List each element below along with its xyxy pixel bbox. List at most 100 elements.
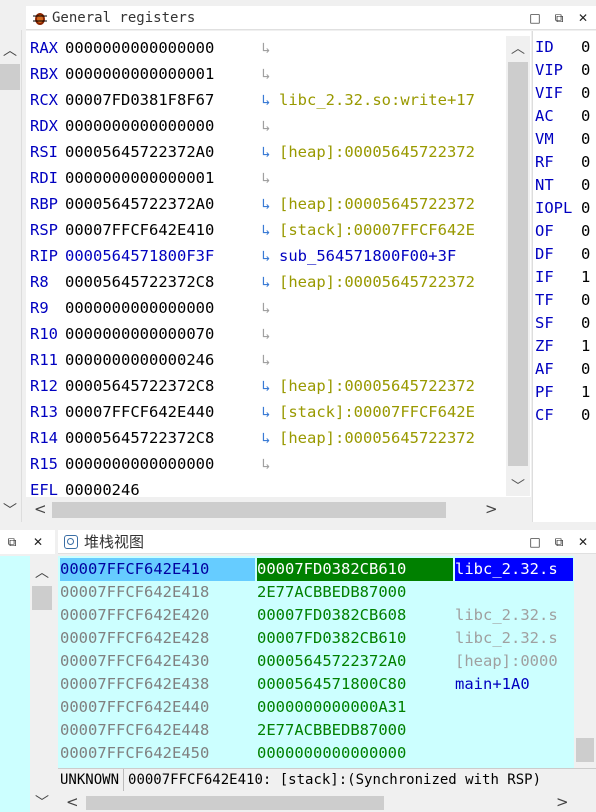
jump-arrow-icon[interactable]: ↳	[255, 37, 277, 60]
register-row-rsi[interactable]: RSI 00005645722372A0 ↳ [heap]:0000564572237…	[30, 141, 506, 164]
jump-arrow-icon[interactable]: ↳	[255, 115, 277, 138]
register-row-rsp[interactable]: RSP 00007FFCF642E410 ↳ [stack]:00007FFCF642…	[30, 219, 506, 242]
flag-row-nt[interactable]: NT 0	[535, 174, 590, 197]
flag-row-of[interactable]: OF 0	[535, 220, 590, 243]
register-row-r10[interactable]: R10 0000000000000070 ↳	[30, 323, 506, 346]
register-value[interactable]: 00007FFCF642E410	[65, 219, 255, 242]
stack-hscroll-thumb[interactable]	[86, 796, 384, 810]
flag-value[interactable]: 0	[581, 153, 590, 171]
jump-arrow-icon[interactable]: ↳	[255, 401, 277, 424]
stack-value[interactable]: 00007FD0382CB608	[257, 604, 455, 627]
register-value[interactable]: 00007FFCF642E440	[65, 401, 255, 424]
stack-value[interactable]: 0000000000000000	[257, 742, 455, 765]
register-value[interactable]: 00007FD0381F8F67	[65, 89, 255, 112]
jump-arrow-icon[interactable]: ↳	[255, 193, 277, 216]
restore-button[interactable]: ⧉	[551, 10, 567, 26]
stack-value[interactable]: 00007FD0382CB610	[257, 627, 455, 650]
jump-arrow-icon[interactable]: ↳	[255, 219, 277, 242]
stack-scrollbar[interactable]	[574, 556, 596, 768]
flag-value[interactable]: 0	[581, 291, 590, 309]
flag-value[interactable]: 0	[581, 38, 590, 56]
stack-row[interactable]: 00007FFCF642E420 00007FD0382CB608 libc_2.3…	[60, 604, 574, 627]
jump-arrow-icon[interactable]: ↳	[255, 63, 277, 86]
register-row-rip[interactable]: RIP 0000564571800F3F ↳ sub_564571800F00+3F	[30, 245, 506, 268]
left-close-button[interactable]: ✕	[30, 534, 46, 550]
flag-value[interactable]: 0	[581, 222, 590, 240]
jump-arrow-icon[interactable]: ↳	[255, 297, 277, 320]
register-row-rcx[interactable]: RCX 00007FD0381F8F67 ↳ libc_2.32.so:write+1…	[30, 89, 506, 112]
scroll-up-icon[interactable]: ︿	[3, 40, 17, 60]
jump-arrow-icon[interactable]: ↳	[255, 167, 277, 190]
left-restore-button[interactable]: ⧉	[4, 534, 20, 550]
register-row-rdx[interactable]: RDX 0000000000000000 ↳	[30, 115, 506, 138]
left-stack-thumb[interactable]	[32, 586, 52, 610]
stack-row[interactable]: 00007FFCF642E450 0000000000000000	[60, 742, 574, 765]
register-value[interactable]: 0000000000000000	[65, 453, 255, 476]
scroll-down-icon[interactable]: ﹀	[3, 500, 17, 520]
stack-close-button[interactable]: ✕	[575, 534, 591, 550]
flag-value[interactable]: 0	[581, 245, 590, 263]
register-value[interactable]: 0000000000000000	[65, 115, 255, 138]
stack-value[interactable]: 00007FD0382CB610	[257, 558, 453, 581]
register-value[interactable]: 0000000000000246	[65, 349, 255, 372]
stack-row[interactable]: 00007FFCF642E428 00007FD0382CB610 libc_2.3…	[60, 627, 574, 650]
flag-value[interactable]: 0	[581, 406, 590, 424]
jump-arrow-icon[interactable]: ↳	[255, 271, 277, 294]
close-button[interactable]: ✕	[575, 10, 591, 26]
register-value[interactable]: 0000000000000000	[65, 37, 255, 60]
register-value[interactable]: 0000000000000001	[65, 167, 255, 190]
stack-row[interactable]: 00007FFCF642E438 0000564571800C80 main+1A0	[60, 673, 574, 696]
register-row-r8[interactable]: R8 00005645722372C8 ↳ [heap]:00005645722372	[30, 271, 506, 294]
jump-arrow-icon[interactable]: ↳	[255, 141, 277, 164]
flag-value[interactable]: 1	[581, 268, 590, 286]
stack-value[interactable]: 0000000000000A31	[257, 696, 455, 719]
flag-row-df[interactable]: DF 0	[535, 243, 590, 266]
flag-row-id[interactable]: ID 0	[535, 36, 590, 59]
flag-value[interactable]: 0	[581, 107, 590, 125]
register-row-r13[interactable]: R13 00007FFCF642E440 ↳ [stack]:00007FFCF642…	[30, 401, 506, 424]
register-value[interactable]: 0000000000000001	[65, 63, 255, 86]
stack-value[interactable]: 00005645722372A0	[257, 650, 455, 673]
flag-value[interactable]: 0	[581, 176, 590, 194]
flag-row-af[interactable]: AF 0	[535, 358, 590, 381]
flag-row-vm[interactable]: VM 0	[535, 128, 590, 151]
left-scroll-thumb[interactable]	[0, 64, 20, 90]
flag-value[interactable]: 0	[581, 199, 590, 217]
stack-row[interactable]: 00007FFCF642E440 0000000000000A31	[60, 696, 574, 719]
register-value[interactable]: 00005645722372C8	[65, 271, 255, 294]
flag-value[interactable]: 0	[581, 314, 590, 332]
left-stack-scroll-down-icon[interactable]: ﹀	[35, 792, 49, 812]
stack-row[interactable]: 00007FFCF642E410 00007FD0382CB610 libc_2.3…	[60, 558, 574, 581]
jump-arrow-icon[interactable]: ↳	[255, 89, 277, 112]
stack-row[interactable]: 00007FFCF642E430 00005645722372A0 [heap]:0…	[60, 650, 574, 673]
stack-value[interactable]: 0000564571800C80	[257, 673, 455, 696]
jump-arrow-icon[interactable]: ↳	[255, 349, 277, 372]
flag-row-iopl[interactable]: IOPL 0	[535, 197, 590, 220]
register-value[interactable]: 0000000000000070	[65, 323, 255, 346]
flag-value[interactable]: 0	[581, 360, 590, 378]
register-value[interactable]: 00005645722372A0	[65, 141, 255, 164]
flag-value[interactable]: 1	[581, 337, 590, 355]
register-row-r15[interactable]: R15 0000000000000000 ↳	[30, 453, 506, 476]
reg-hscroll-thumb[interactable]	[52, 502, 446, 518]
flag-row-vif[interactable]: VIF 0	[535, 82, 590, 105]
flag-row-ac[interactable]: AC 0	[535, 105, 590, 128]
register-row-rdi[interactable]: RDI 0000000000000001 ↳	[30, 167, 506, 190]
maximize-button[interactable]: □	[527, 10, 543, 26]
jump-arrow-icon[interactable]: ↳	[255, 427, 277, 450]
register-value[interactable]: 0000000000000000	[65, 297, 255, 320]
jump-arrow-icon[interactable]: ↳	[255, 453, 277, 476]
jump-arrow-icon[interactable]: ↳	[255, 245, 277, 268]
reg-scroll-thumb[interactable]	[508, 62, 528, 466]
flag-row-cf[interactable]: CF 0	[535, 404, 590, 427]
flag-row-zf[interactable]: ZF 1	[535, 335, 590, 358]
flag-row-tf[interactable]: TF 0	[535, 289, 590, 312]
stack-scroll-thumb[interactable]	[576, 738, 594, 762]
register-value[interactable]: 00005645722372A0	[65, 193, 255, 216]
flag-row-sf[interactable]: SF 0	[535, 312, 590, 335]
register-value[interactable]: 00005645722372C8	[65, 375, 255, 398]
flag-value[interactable]: 1	[581, 383, 590, 401]
flag-value[interactable]: 0	[581, 61, 590, 79]
stack-value[interactable]: 2E77ACBBEDB87000	[257, 581, 455, 604]
register-row-r11[interactable]: R11 0000000000000246 ↳	[30, 349, 506, 372]
